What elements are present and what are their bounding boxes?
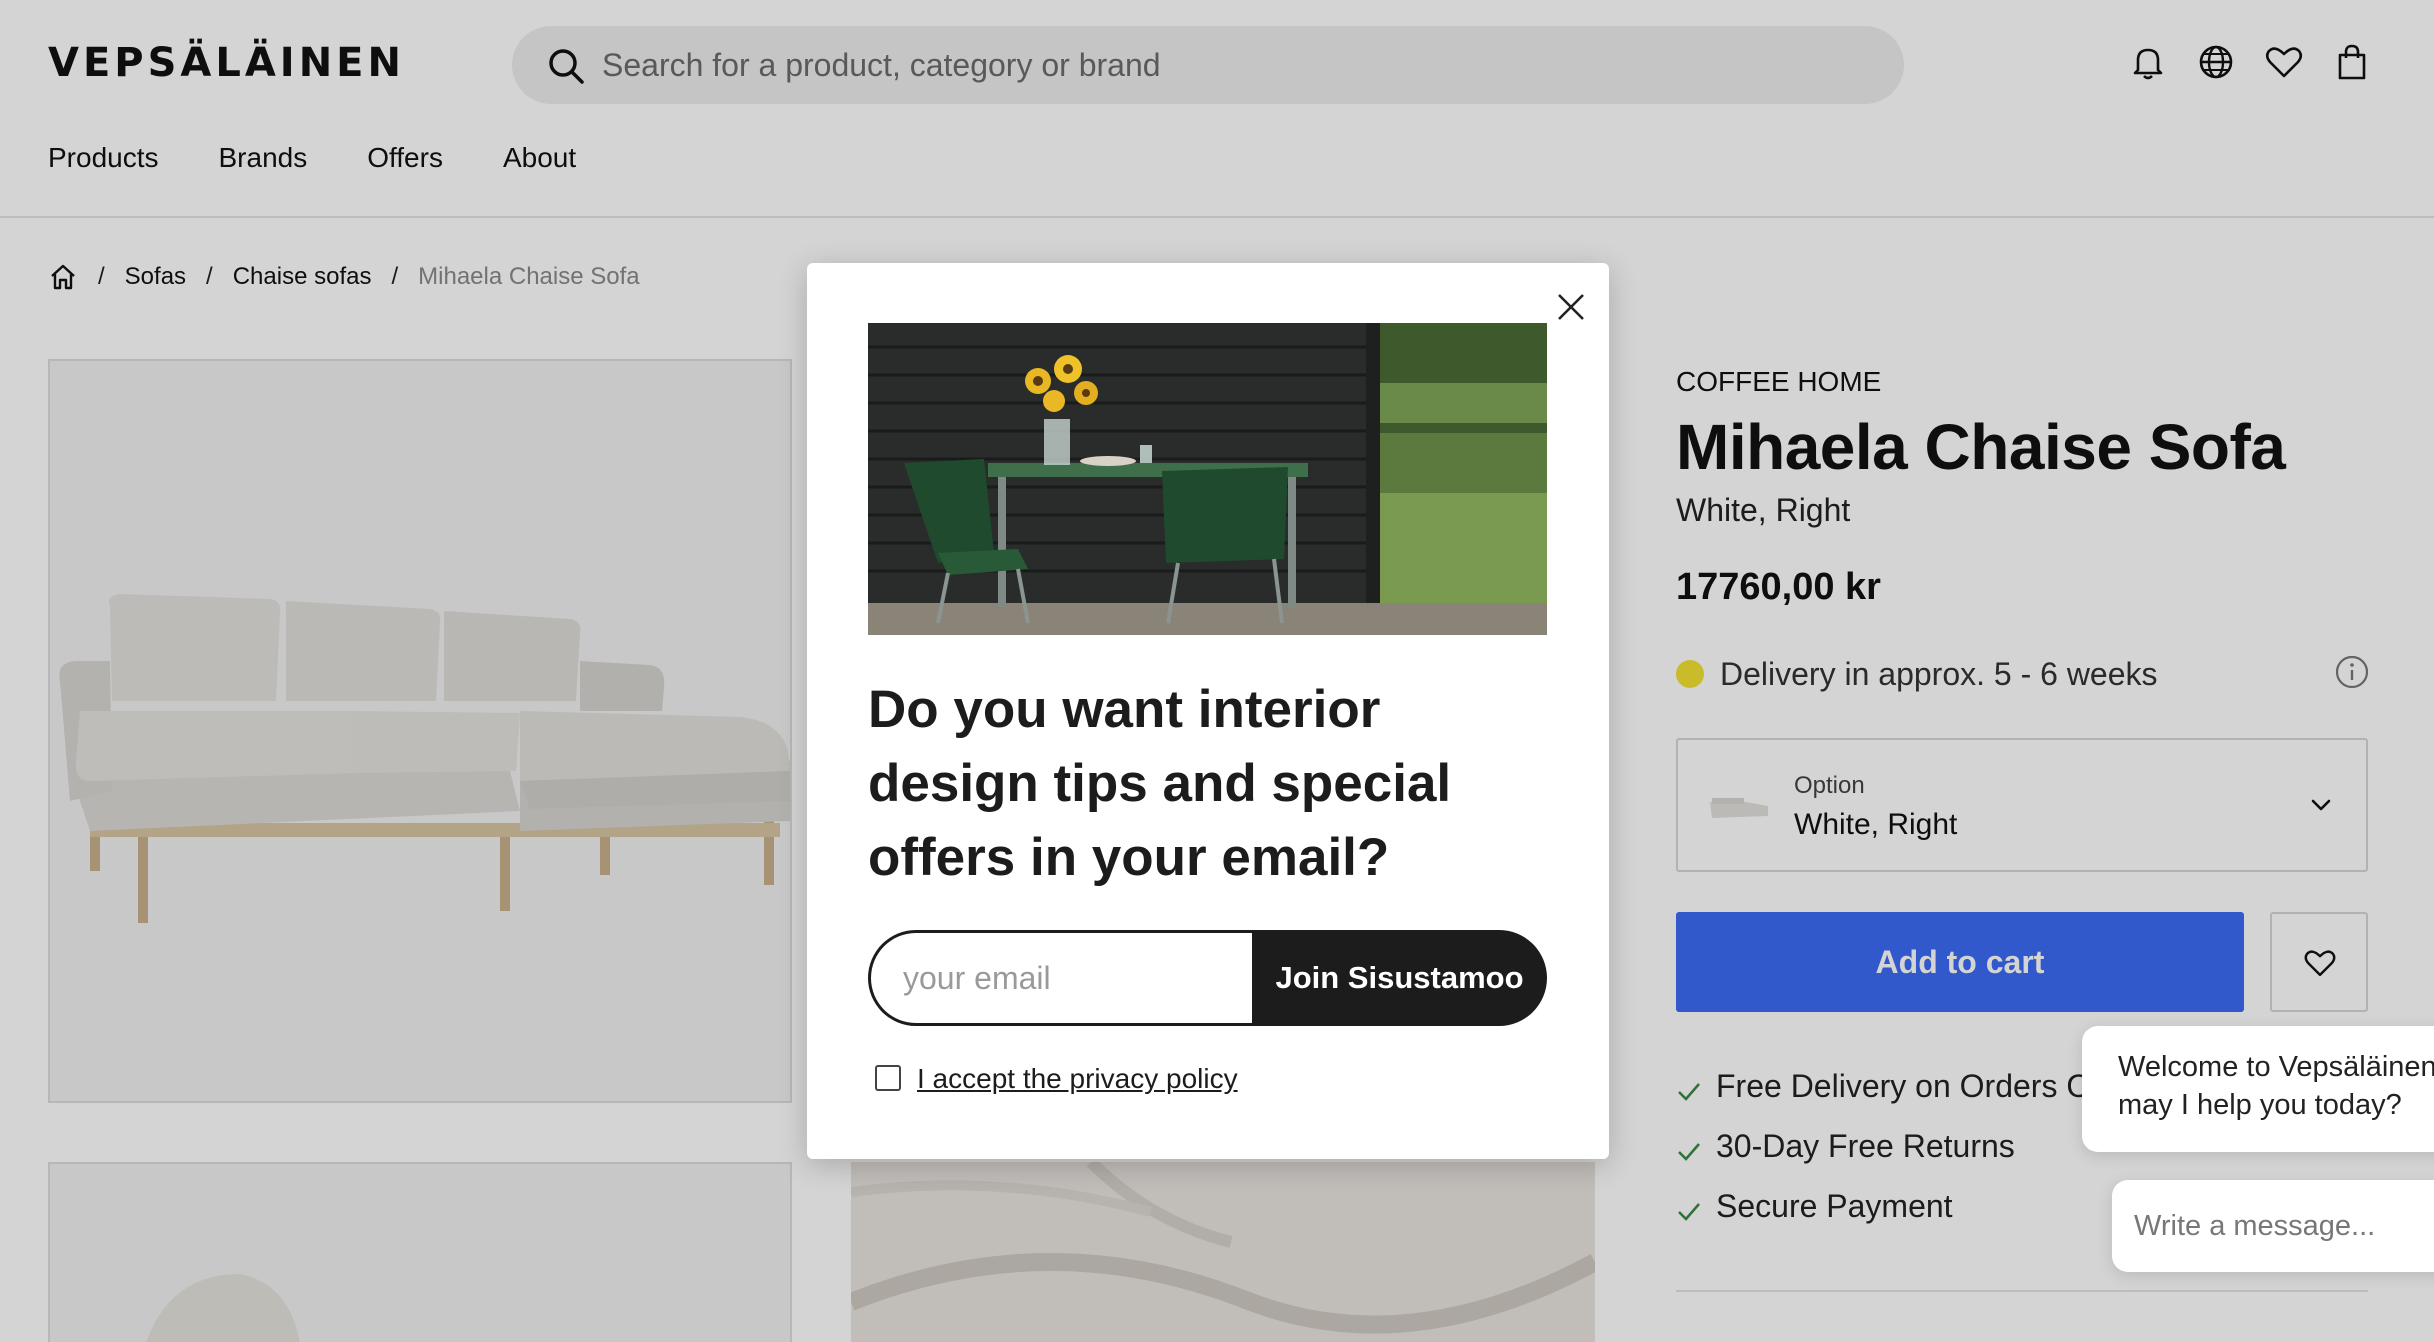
- chat-message-input[interactable]: [2112, 1180, 2434, 1272]
- privacy-policy-link[interactable]: I accept the privacy policy: [917, 1063, 1238, 1095]
- close-button[interactable]: [1547, 283, 1595, 331]
- privacy-checkbox[interactable]: [875, 1065, 901, 1091]
- close-icon: [1558, 294, 1584, 320]
- email-field[interactable]: [868, 930, 1252, 1026]
- patio-photo: [868, 323, 1547, 635]
- newsletter-modal: Do you want interior design tips and spe…: [807, 263, 1609, 1159]
- newsletter-headline: Do you want interior design tips and spe…: [868, 680, 1452, 887]
- newsletter-hero-image: [868, 323, 1547, 635]
- join-button[interactable]: Join Sisustamoo: [1252, 930, 1547, 1026]
- chat-welcome-bubble[interactable]: Welcome to Vepsäläinen may I help you to…: [2082, 1026, 2434, 1152]
